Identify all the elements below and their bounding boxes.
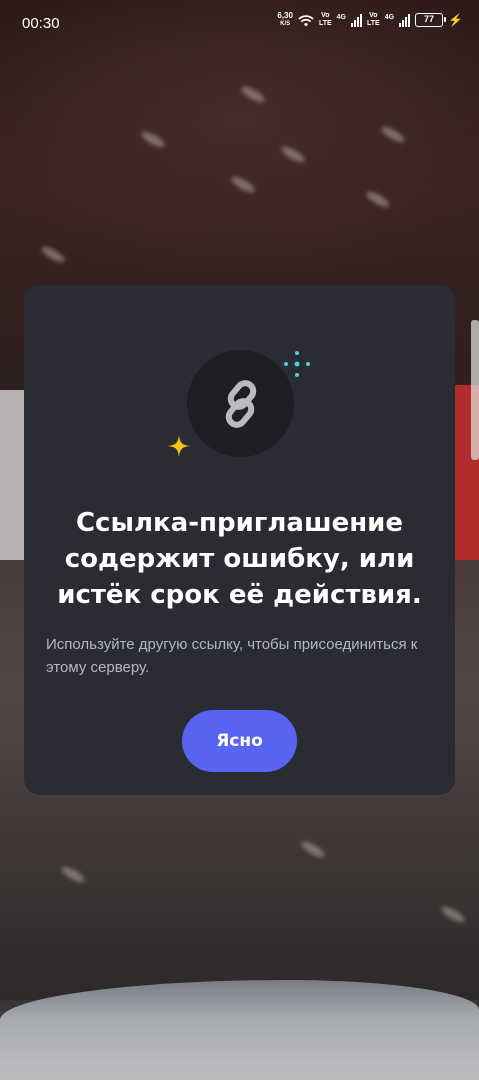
volte-badge-2: Vo LTE <box>367 12 380 28</box>
network-type-2: 4G <box>384 14 395 21</box>
status-time: 00:30 <box>22 15 60 32</box>
sparkle-icon <box>284 351 310 377</box>
network-speed: 6,30 K/S <box>277 12 293 28</box>
ok-button[interactable]: Ясно <box>182 710 297 772</box>
dialog-title: Ссылка-приглашение содержит ошибку, или … <box>57 508 422 610</box>
status-icons: 6,30 K/S Vo LTE 4G Vo LTE 4G 77 ⚡ <box>277 12 463 28</box>
background-edge-panel <box>471 320 479 460</box>
battery-level: 77 <box>424 14 435 24</box>
battery-icon: 77 <box>415 13 447 27</box>
sparkle-icon <box>168 435 190 457</box>
network-speed-unit: K/S <box>280 21 291 27</box>
status-bar: 00:30 6,30 K/S Vo LTE 4G Vo LTE 4G 77 ⚡ <box>0 0 479 46</box>
invite-error-dialog: Ссылка-приглашение содержит ошибку, или … <box>24 285 455 795</box>
network-speed-value: 6,30 <box>277 11 293 20</box>
volte-badge-top: Vo <box>321 12 330 19</box>
volte-badge-bottom: LTE <box>318 20 332 27</box>
volte-badge-1: Vo LTE <box>319 12 332 28</box>
network-type-1: 4G <box>336 14 346 21</box>
link-icon <box>225 379 256 428</box>
charging-icon: ⚡ <box>448 13 463 27</box>
dialog-description: Используйте другую ссылку, чтобы присоед… <box>46 636 418 676</box>
wifi-icon <box>298 14 314 26</box>
signal-icon <box>399 13 411 27</box>
volte-badge-bottom: LTE <box>367 20 380 27</box>
signal-icon <box>351 13 362 27</box>
link-icon-container <box>187 350 294 457</box>
volte-badge-top: Vo <box>369 12 378 19</box>
